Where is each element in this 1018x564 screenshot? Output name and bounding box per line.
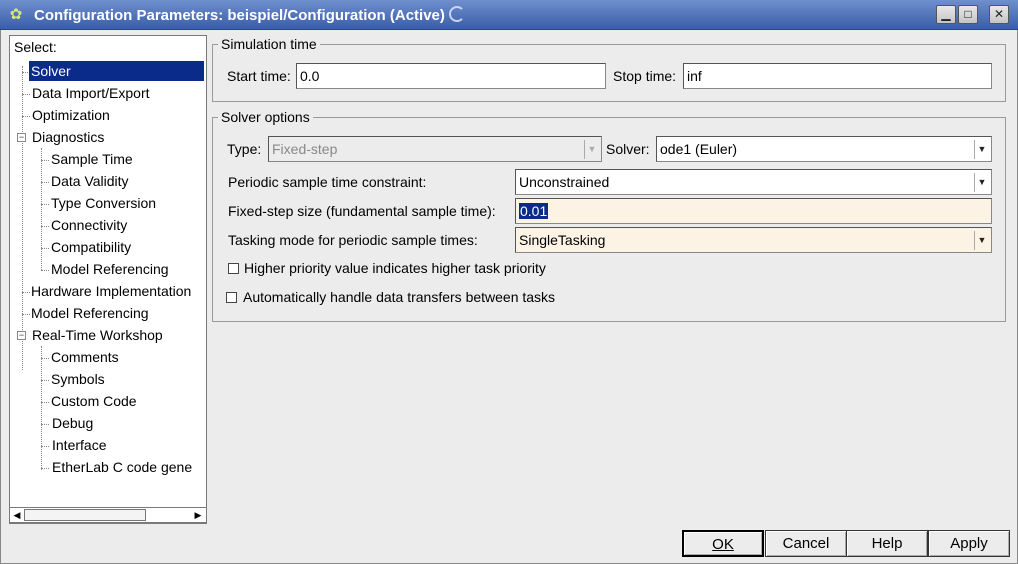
tree-item-model-referencing[interactable]: Model Referencing — [29, 303, 149, 323]
maximize-button[interactable]: □ — [958, 5, 978, 24]
tree-line — [41, 346, 42, 470]
stop-time-input[interactable]: inf — [683, 63, 992, 89]
tree-item-compatibility[interactable]: Compatibility — [49, 237, 131, 257]
title-bar[interactable]: ✿ Configuration Parameters: beispiel/Con… — [0, 0, 1018, 30]
simulation-time-title: Simulation time — [218, 36, 320, 52]
help-button[interactable]: Help — [846, 530, 928, 557]
tree-line — [22, 66, 23, 370]
stop-time-label: Stop time: — [613, 68, 677, 84]
tree-item-diagnostics[interactable]: Diagnostics — [30, 127, 104, 147]
tree-item-connectivity[interactable]: Connectivity — [49, 215, 127, 235]
scroll-left-icon[interactable]: ◀ — [11, 509, 23, 521]
solver-value: ode1 (Euler) — [660, 141, 738, 157]
chevron-down-icon[interactable]: ▼ — [974, 140, 989, 159]
start-time-input[interactable]: 0.0 — [296, 63, 606, 89]
tree-item-etherlab[interactable]: EtherLab C code gene — [50, 457, 192, 477]
tree-item-solver[interactable]: Solver — [29, 61, 204, 81]
tree-item-hardware-implementation[interactable]: Hardware Implementation — [29, 281, 191, 301]
solver-label: Solver: — [606, 141, 650, 157]
periodic-constraint-value: Unconstrained — [519, 174, 610, 190]
tree-item-comments[interactable]: Comments — [49, 347, 119, 367]
tree-item-data-validity[interactable]: Data Validity — [49, 171, 129, 191]
window-title: Configuration Parameters: beispiel/Confi… — [34, 6, 465, 24]
cancel-button-label: Cancel — [782, 535, 830, 552]
apply-button-label: Apply — [950, 535, 988, 552]
periodic-constraint-label: Periodic sample time constraint: — [228, 174, 427, 190]
chevron-down-icon[interactable]: ▼ — [974, 231, 989, 250]
auto-transfer-checkbox[interactable] — [226, 292, 237, 303]
fixed-step-input[interactable]: 0.01 — [515, 198, 992, 224]
spiral-icon — [448, 6, 465, 22]
tree-item-type-conversion[interactable]: Type Conversion — [49, 193, 156, 213]
collapse-rtw-icon[interactable]: − — [17, 331, 26, 340]
collapse-diagnostics-icon[interactable]: − — [17, 133, 26, 142]
start-time-label: Start time: — [227, 68, 291, 84]
ok-button[interactable]: OK — [682, 530, 764, 557]
type-label: Type: — [227, 141, 262, 157]
fixed-step-label: Fixed-step size (fundamental sample time… — [228, 203, 496, 219]
solver-options-title: Solver options — [218, 109, 313, 125]
tree-item-custom-code[interactable]: Custom Code — [49, 391, 137, 411]
priority-checkbox[interactable] — [228, 263, 239, 274]
close-button[interactable]: ✕ — [989, 5, 1009, 24]
chevron-down-icon[interactable]: ▼ — [974, 173, 989, 192]
tree-item-interface[interactable]: Interface — [50, 435, 106, 455]
tree-item-real-time-workshop[interactable]: Real-Time Workshop — [30, 325, 163, 345]
tasking-mode-value: SingleTasking — [519, 232, 606, 248]
ok-button-label: OK — [712, 536, 734, 553]
tree-horizontal-scrollbar[interactable]: ◀ ▶ — [9, 507, 207, 523]
tree-item-debug[interactable]: Debug — [50, 413, 93, 433]
tree-item-symbols[interactable]: Symbols — [49, 369, 105, 389]
fixed-step-value: 0.01 — [519, 203, 549, 219]
category-tree[interactable]: Select: − − Solver Data Import/Export Op… — [9, 35, 207, 524]
tree-item-sample-time[interactable]: Sample Time — [49, 149, 133, 169]
type-select: Fixed-step ▼ — [268, 136, 602, 162]
tree-item-optimization[interactable]: Optimization — [30, 105, 110, 125]
periodic-constraint-select[interactable]: Unconstrained ▼ — [515, 169, 992, 195]
tree-header: Select: — [14, 39, 57, 55]
cancel-button[interactable]: Cancel — [765, 530, 847, 557]
tasking-mode-label: Tasking mode for periodic sample times: — [228, 232, 478, 248]
type-value: Fixed-step — [272, 141, 338, 157]
app-icon[interactable]: ✿ — [7, 6, 25, 24]
apply-button[interactable]: Apply — [928, 530, 1010, 557]
minimize-button[interactable]: ▁ — [936, 5, 956, 24]
scroll-right-icon[interactable]: ▶ — [192, 509, 204, 521]
scroll-thumb[interactable] — [24, 509, 146, 521]
tree-item-diag-model-referencing[interactable]: Model Referencing — [49, 259, 169, 279]
auto-transfer-label[interactable]: Automatically handle data transfers betw… — [243, 288, 555, 306]
solver-select[interactable]: ode1 (Euler) ▼ — [656, 136, 992, 162]
priority-label[interactable]: Higher priority value indicates higher t… — [244, 259, 546, 277]
tree-item-data-import-export[interactable]: Data Import/Export — [30, 83, 150, 103]
tree-line — [41, 148, 42, 270]
chevron-down-icon: ▼ — [584, 140, 599, 159]
help-button-label: Help — [871, 535, 903, 552]
tasking-mode-select[interactable]: SingleTasking ▼ — [515, 227, 992, 253]
